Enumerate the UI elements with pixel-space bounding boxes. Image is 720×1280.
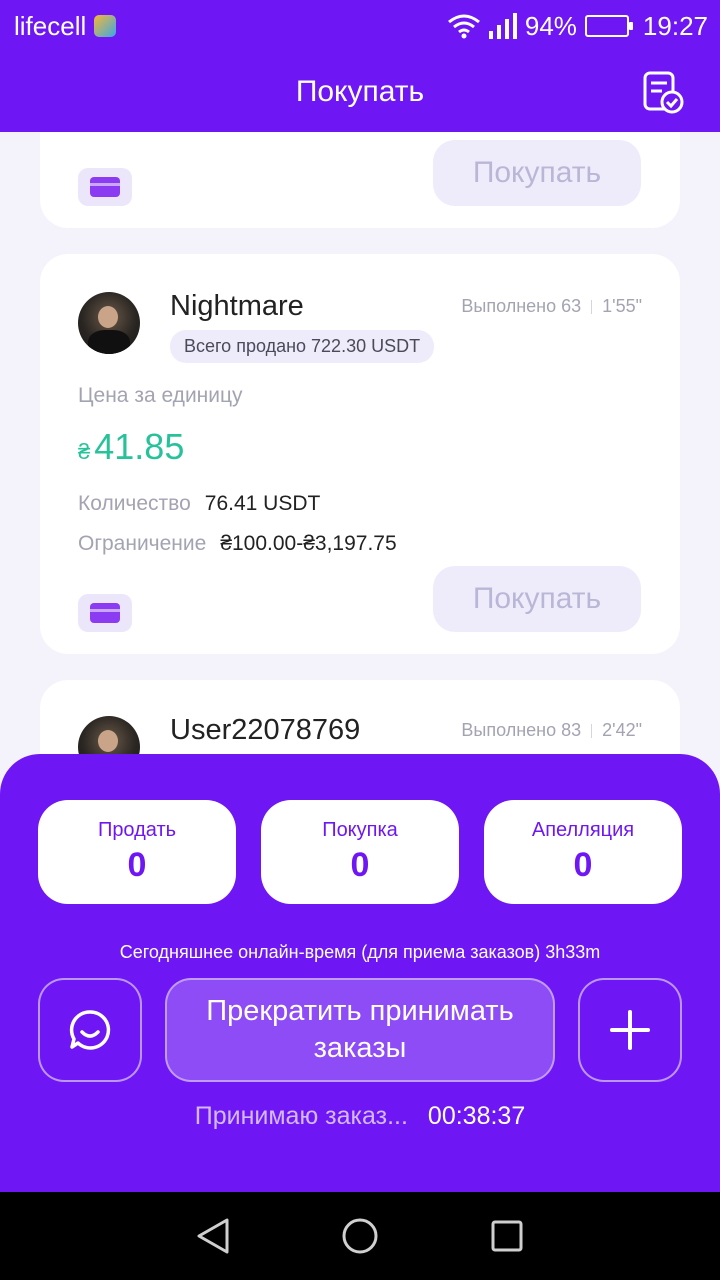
status-left: lifecell: [14, 10, 117, 42]
bank-card-icon: [90, 603, 120, 623]
bank-card-icon: [90, 177, 120, 197]
battery-icon: [584, 15, 633, 37]
signal-icon: [488, 13, 517, 39]
add-button[interactable]: [578, 978, 682, 1082]
order-list-icon[interactable]: [640, 70, 684, 114]
offer-list[interactable]: Покупать Nightmare Выполнено 63 1'55" Вс…: [0, 132, 720, 772]
total-sold-badge: Всего продано 722.30 USDT: [170, 330, 435, 363]
avg-release-time: 1'55": [602, 296, 642, 316]
limit-row: Ограничение ₴100.00-₴3,197.75: [78, 532, 397, 556]
seller-stats: Выполнено 63 1'55": [461, 296, 642, 317]
clock: 19:27: [642, 10, 708, 41]
offer-card: Покупать: [40, 132, 680, 228]
accepting-timer: 00:38:37: [427, 1102, 526, 1130]
carrier-icon: [94, 15, 117, 37]
status-right: 94% 19:27: [447, 11, 708, 42]
recents-icon[interactable]: [487, 1216, 527, 1256]
limit-label: Ограничение: [78, 532, 207, 555]
counter-label: Апелляция: [531, 819, 635, 841]
currency-symbol: ₴: [78, 439, 91, 464]
seller-name[interactable]: Nightmare: [170, 290, 304, 323]
status-bar: lifecell 94% 19:27: [0, 0, 720, 52]
battery-percent: 94%: [524, 10, 577, 41]
order-control-panel: Продать 0 Покупка 0 Апелляция 0 Сегодняш…: [0, 754, 720, 1192]
back-icon[interactable]: [193, 1216, 233, 1256]
unit-price: ₴ 41.85: [78, 426, 184, 468]
app-header: Покупать: [0, 52, 720, 132]
home-icon[interactable]: [340, 1216, 380, 1256]
buy-button[interactable]: Покупать: [433, 140, 641, 206]
completed-count: Выполнено 63: [461, 296, 582, 316]
payment-method-chip: [78, 168, 132, 206]
counter-label: Продать: [97, 819, 177, 841]
online-time-text: Сегодняшнее онлайн-время (для приема зак…: [119, 942, 601, 962]
sell-counter[interactable]: Продать 0: [38, 800, 236, 904]
seller-stats: Выполнено 83 2'42": [461, 720, 642, 741]
quantity-label: Количество: [78, 492, 191, 515]
buy-counter[interactable]: Покупка 0: [261, 800, 459, 904]
limit-value: ₴100.00-₴3,197.75: [220, 532, 397, 555]
payment-method-chip: [78, 594, 132, 632]
carrier-name: lifecell: [14, 10, 87, 41]
completed-count: Выполнено 83: [461, 720, 582, 740]
seller-name[interactable]: User22078769: [170, 714, 360, 747]
plus-icon: [610, 1010, 650, 1050]
accepting-label: Принимаю заказ...: [194, 1102, 408, 1130]
counter-value: 0: [573, 846, 593, 884]
unit-price-label: Цена за единицу: [78, 384, 243, 407]
stop-accepting-button[interactable]: Прекратить принимать заказы: [165, 978, 555, 1082]
appeal-counter[interactable]: Апелляция 0: [484, 800, 682, 904]
price-value: 41.85: [94, 426, 185, 467]
counter-value: 0: [350, 846, 370, 884]
page-title: Покупать: [295, 75, 425, 108]
avatar[interactable]: [78, 292, 140, 354]
counter-label: Покупка: [322, 819, 398, 841]
wifi-icon: [447, 14, 480, 39]
avg-release-time: 2'42": [602, 720, 642, 740]
quantity-value: 76.41 USDT: [204, 492, 321, 515]
system-nav-bar: [0, 1192, 720, 1280]
quantity-row: Количество 76.41 USDT: [78, 492, 320, 516]
accepting-status: Принимаю заказ... 00:38:37: [0, 1102, 720, 1131]
chat-button[interactable]: [38, 978, 142, 1082]
offer-card: Nightmare Выполнено 63 1'55" Всего прода…: [40, 254, 680, 654]
counter-value: 0: [127, 846, 147, 884]
buy-button[interactable]: Покупать: [433, 566, 641, 632]
chat-smile-icon: [69, 1010, 111, 1050]
